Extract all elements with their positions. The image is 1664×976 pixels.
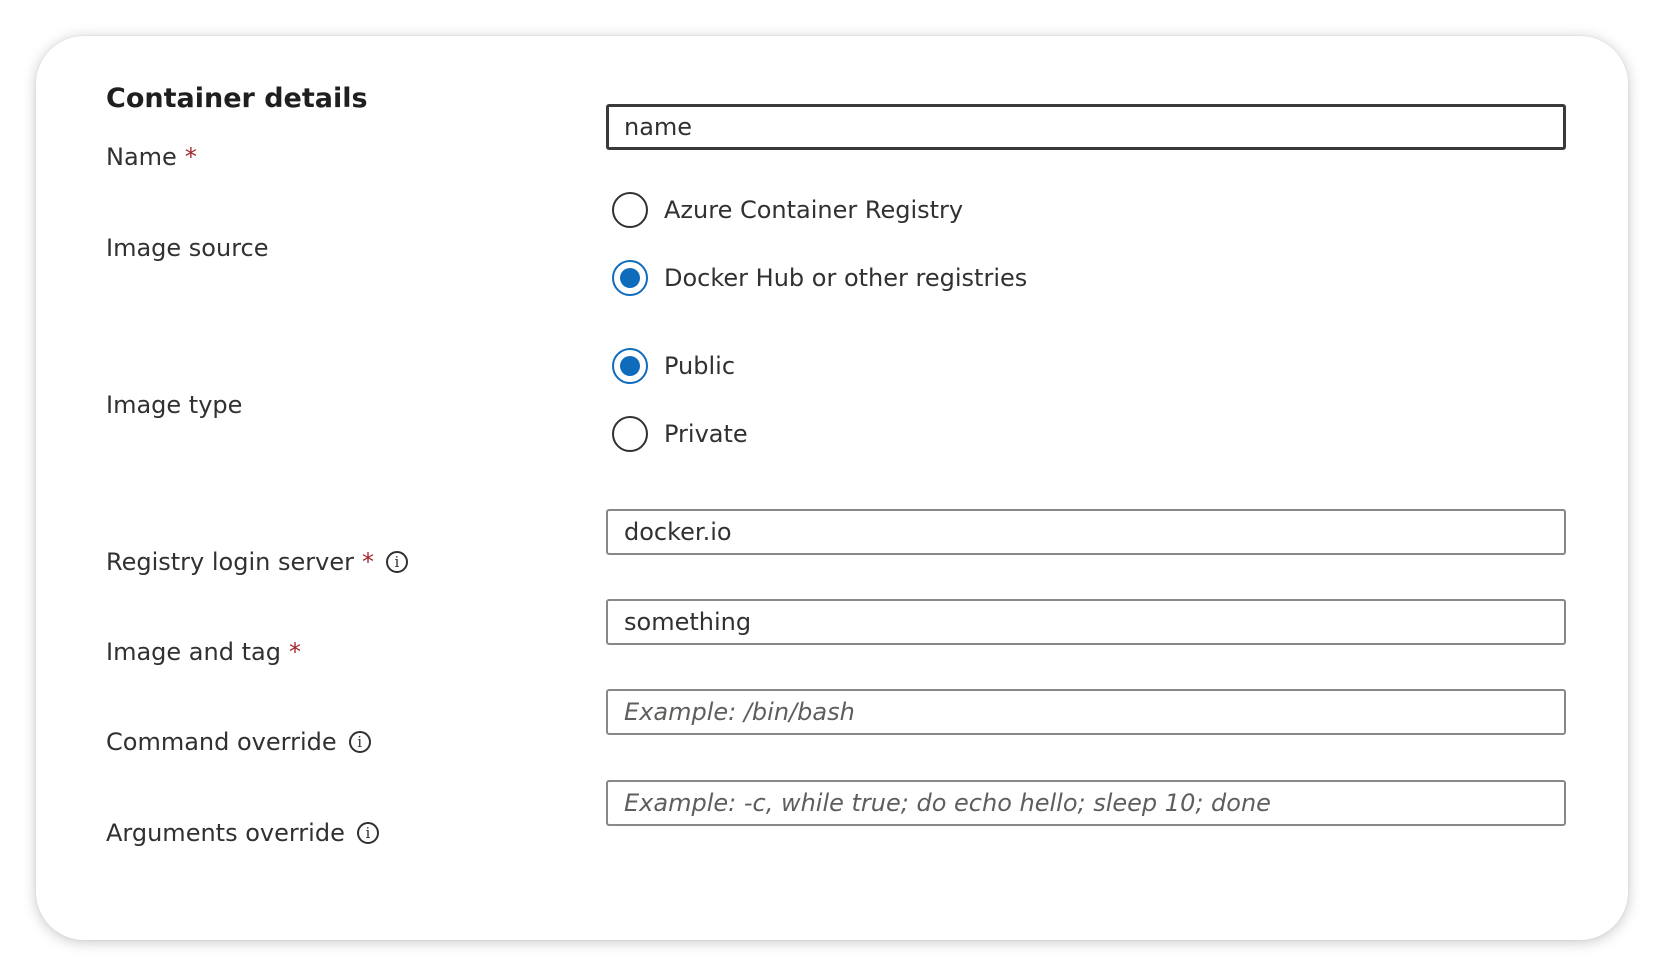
arguments-override-input[interactable] xyxy=(606,780,1566,826)
radio-private[interactable]: Private xyxy=(612,416,748,452)
image-and-tag-label-text: Image and tag xyxy=(106,638,281,666)
info-icon[interactable]: i xyxy=(385,551,408,573)
image-type-label: Image type xyxy=(106,389,242,421)
radio-label: Private xyxy=(664,420,748,448)
required-marker: * xyxy=(361,548,374,576)
name-label: Name * xyxy=(106,141,197,173)
radio-button-selected[interactable] xyxy=(612,260,648,296)
registry-login-server-input[interactable] xyxy=(606,509,1566,555)
name-label-text: Name xyxy=(106,143,177,171)
image-source-label-text: Image source xyxy=(106,234,269,262)
container-details-card: Container details Name * Image source Az… xyxy=(36,36,1628,940)
info-icon[interactable]: i xyxy=(356,822,379,844)
image-type-label-text: Image type xyxy=(106,391,243,419)
radio-label: Azure Container Registry xyxy=(664,196,964,224)
command-override-input[interactable] xyxy=(606,689,1566,735)
name-input[interactable] xyxy=(606,104,1566,150)
radio-label: Docker Hub or other registries xyxy=(664,264,1028,292)
radio-label: Public xyxy=(664,352,736,380)
arguments-override-label: Arguments override i xyxy=(106,817,379,849)
radio-button-selected[interactable] xyxy=(612,348,648,384)
radio-button[interactable] xyxy=(612,192,648,228)
command-override-label-text: Command override xyxy=(106,728,337,756)
info-icon[interactable]: i xyxy=(348,731,371,753)
radio-button[interactable] xyxy=(612,416,648,452)
radio-azure-container-registry[interactable]: Azure Container Registry xyxy=(612,192,963,228)
registry-login-server-label: Registry login server * i xyxy=(106,546,408,578)
image-and-tag-label: Image and tag * xyxy=(106,636,301,668)
image-and-tag-input[interactable] xyxy=(606,599,1566,645)
section-title: Container details xyxy=(106,83,368,114)
image-source-label: Image source xyxy=(106,232,269,264)
required-marker: * xyxy=(288,638,301,666)
radio-public[interactable]: Public xyxy=(612,348,735,384)
command-override-label: Command override i xyxy=(106,726,371,758)
radio-docker-hub[interactable]: Docker Hub or other registries xyxy=(612,260,1027,296)
arguments-override-label-text: Arguments override xyxy=(106,819,345,847)
required-marker: * xyxy=(184,143,197,171)
registry-login-server-label-text: Registry login server xyxy=(106,548,354,576)
